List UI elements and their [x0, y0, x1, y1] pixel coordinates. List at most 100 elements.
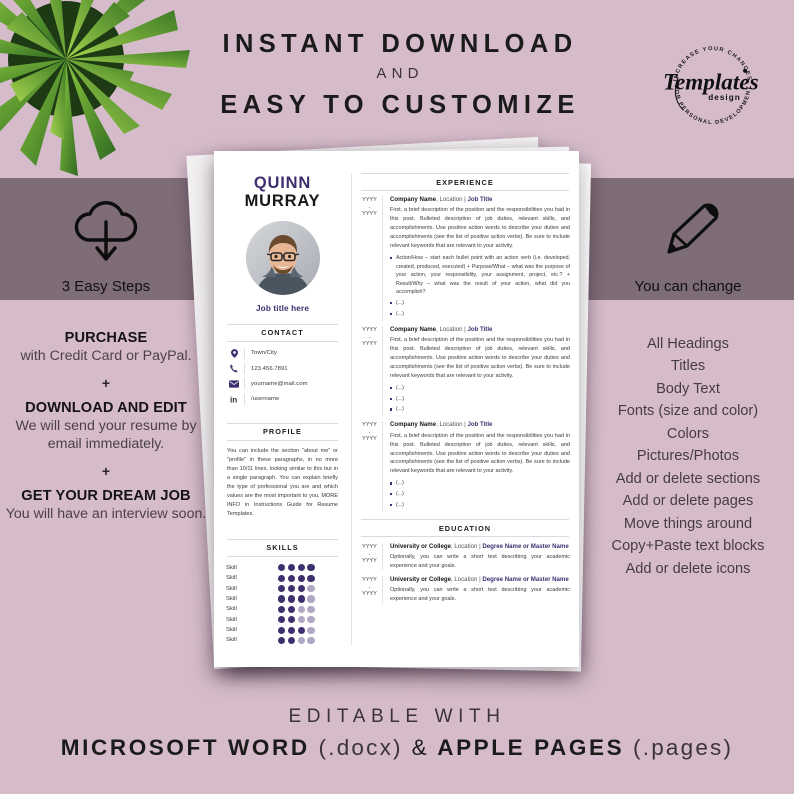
skills-list: Skill Skill Skill Skill Skill Skill Skill Skill — [226, 563, 341, 646]
edit-feature-label: You can change — [634, 278, 742, 295]
experience-bullet: (...) — [390, 490, 570, 498]
step-2-title: DOWNLOAD AND EDIT — [25, 399, 187, 416]
skills-heading: SKILLS — [227, 538, 338, 557]
skill-dot-empty — [307, 626, 315, 634]
year-from: YYYY — [362, 326, 377, 333]
skill-label: Skill — [226, 585, 237, 592]
year-to: YYYY — [362, 590, 377, 597]
skill-dot-filled — [287, 595, 295, 603]
skill-dot-filled — [278, 574, 286, 582]
skill-dot-empty — [307, 605, 315, 613]
profile-text: You can include the section "about me" o… — [227, 447, 338, 517]
year-to: YYYY — [362, 557, 377, 564]
company-name: Company Name — [390, 325, 437, 333]
contact-linkedin-value: /username — [251, 396, 280, 402]
feature-item: Fonts (size and color) — [617, 403, 759, 420]
skill-dot-filled — [278, 636, 286, 645]
experience-list: YYYY - YYYY Company Name, Location | Job Ti… — [351, 191, 579, 513]
skill-dot-filled — [278, 584, 286, 593]
experience-bullets: Action/How – start each bullet point wit… — [390, 254, 570, 318]
footer-line1: EDITABLE WITH — [288, 706, 506, 727]
education-entry: YYYY - YYYY University or College, Location… — [357, 570, 570, 604]
experience-bullets: (...) (...) (...) — [390, 479, 570, 509]
skill-dot-empty — [307, 584, 315, 593]
skill-dot-filled — [278, 595, 286, 603]
education-entry: YYYY - YYYY University or College, Location… — [357, 537, 570, 571]
download-feature: 3 Easy Steps — [8, 196, 204, 295]
resume-job-title: Job title here — [255, 303, 310, 313]
contact-list: Town/City 123.456.7891 yourname@mail.com — [226, 347, 337, 405]
resume-last-name: MURRAY — [244, 192, 321, 211]
skill-rating — [278, 564, 315, 572]
skill-dot-filled — [297, 564, 305, 572]
resume-preview[interactable]: QUINN MURRAY Job title here CONTACT Town… — [214, 151, 579, 667]
resume-name: QUINN MURRAY — [214, 174, 351, 212]
skill-label: Skill — [226, 616, 237, 623]
skill-rating — [278, 574, 315, 582]
phone-icon — [226, 364, 242, 373]
pencil-icon — [590, 196, 786, 271]
listing-image: INSTANT DOWNLOAD AND EASY TO CUSTOMIZE I… — [0, 0, 794, 794]
skill-dot-filled — [307, 564, 315, 572]
skill-dot-filled — [287, 584, 295, 593]
skill-dot-filled — [307, 574, 315, 582]
skill-dot-filled — [278, 564, 286, 572]
skill-row: Skill — [226, 615, 341, 625]
feature-item: Add or delete pages — [622, 493, 754, 510]
skill-dot-empty — [307, 616, 315, 624]
skill-row: Skill — [226, 604, 341, 614]
headline-line3: EASY TO CUSTOMIZE — [220, 90, 580, 119]
footer: EDITABLE WITH MICROSOFT WORD (.docx) & A… — [40, 706, 754, 761]
footer-word-app: MICROSOFT WORD — [60, 735, 310, 760]
contact-divider — [244, 378, 245, 390]
education-list: YYYY - YYYY University or College, Location… — [351, 537, 579, 604]
skill-dot-filled — [287, 626, 295, 634]
headline-line1: INSTANT DOWNLOAD — [222, 30, 578, 58]
experience-entry: YYYY - YYYY Company Name, Location | Job Ti… — [357, 416, 570, 513]
contact-row: 123.456.7891 — [226, 363, 337, 375]
skill-row: Skill — [226, 563, 341, 573]
contact-email-value: yourname@mail.com — [251, 380, 308, 387]
experience-years: YYYY - YYYY — [357, 326, 382, 417]
skill-row: Skill — [226, 635, 341, 645]
step-1-sub: with Credit Card or PayPal. — [20, 348, 192, 364]
footer-word-ext: (.docx) — [318, 735, 403, 760]
skill-rating — [278, 636, 315, 645]
education-paragraph: Optionally, you can write a short text d… — [390, 587, 570, 602]
skill-dot-filled — [287, 636, 295, 645]
experience-body: Company Name, Location | Job Title First,… — [382, 421, 570, 513]
experience-body: Company Name, Location | Job Title First,… — [382, 325, 570, 417]
logo-sub: design — [708, 93, 740, 102]
svg-text:in: in — [230, 395, 237, 403]
company-location: , Location | — [436, 421, 468, 429]
university-name: University or College — [390, 575, 451, 583]
company-name: Company Name — [390, 196, 437, 203]
experience-entry: YYYY - YYYY Company Name, Location | Job Ti… — [357, 191, 570, 321]
experience-years: YYYY - YYYY — [357, 421, 382, 512]
skill-row: Skill — [226, 583, 341, 593]
skill-dot-filled — [278, 605, 286, 613]
year-to: YYYY — [362, 436, 377, 443]
contact-location-value: Town/City — [251, 350, 277, 357]
experience-header: Company Name, Location | Job Title — [390, 421, 570, 429]
location-pin-icon — [226, 349, 242, 358]
edit-feature: You can change — [590, 196, 786, 295]
contact-heading: CONTACT — [227, 323, 338, 342]
contact-divider — [244, 363, 245, 375]
footer-line2: MICROSOFT WORD (.docx) & APPLE PAGES (.p… — [40, 735, 754, 761]
skill-label: Skill — [226, 637, 237, 644]
year-to: YYYY — [362, 211, 377, 218]
footer-ampersand: & — [411, 735, 430, 760]
skill-dot-filled — [287, 574, 295, 582]
experience-entry: YYYY - YYYY Company Name, Location | Job Ti… — [357, 321, 570, 417]
linkedin-icon: in — [226, 395, 242, 403]
resume-sidebar: QUINN MURRAY Job title here CONTACT Town… — [214, 151, 351, 667]
skill-row: Skill — [226, 594, 341, 604]
feature-item: Titles — [670, 358, 706, 375]
profile-heading: PROFILE — [227, 422, 338, 441]
experience-paragraph: First, a brief description of the positi… — [390, 337, 570, 379]
education-header: University or College, Location | Degree… — [390, 576, 570, 584]
skill-label: Skill — [226, 575, 237, 582]
company-location: , Location | — [436, 196, 468, 203]
download-feature-label: 3 Easy Steps — [61, 278, 151, 295]
